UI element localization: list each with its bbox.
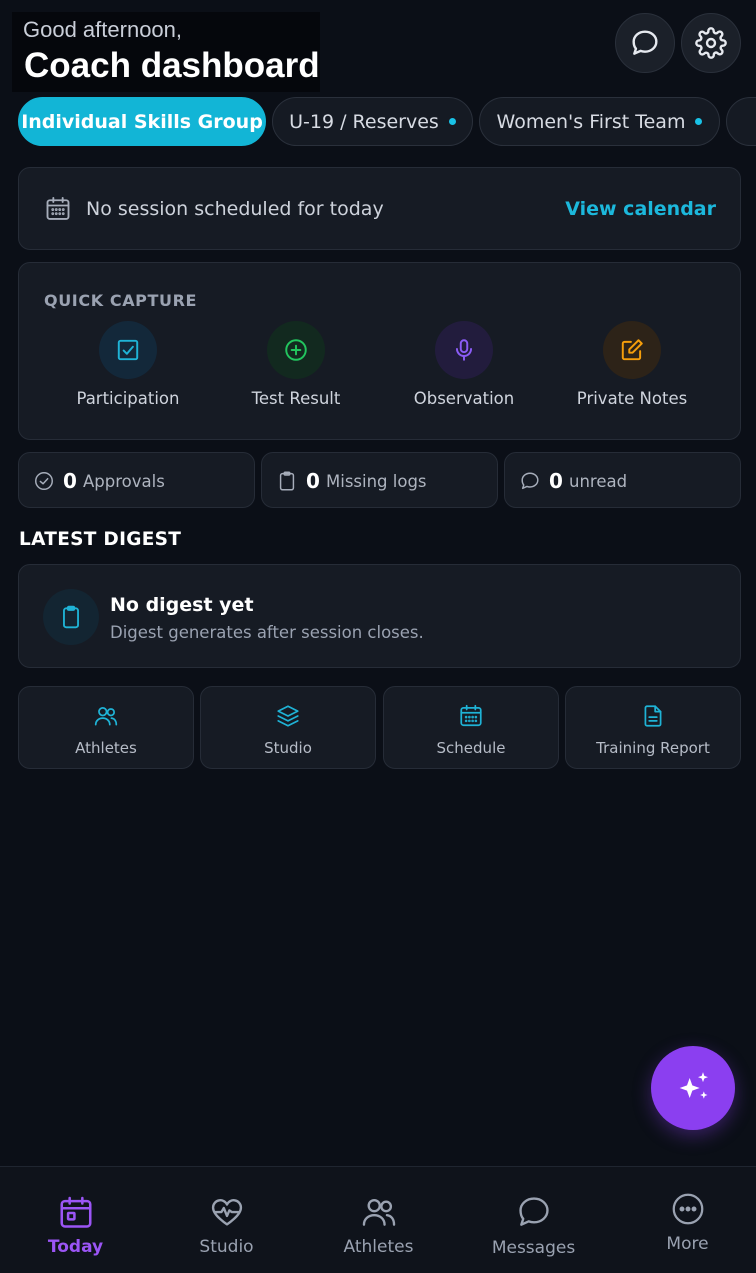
quick-capture-label: Private Notes <box>576 389 688 408</box>
latest-digest-heading: LATEST DIGEST <box>19 529 182 550</box>
stat-label: Approvals <box>83 472 165 491</box>
bottom-navigation: Today Studio Athletes Messages More <box>0 1166 756 1273</box>
quick-capture-observation[interactable]: Observation <box>380 321 548 421</box>
stat-label: Missing logs <box>326 472 427 491</box>
tab-label: Individual Skills Group <box>21 110 263 133</box>
clipboard-icon <box>276 470 298 492</box>
session-card: No session scheduled for today View cale… <box>18 167 741 250</box>
shortcut-athletes[interactable]: Athletes <box>18 686 194 769</box>
check-circle-icon <box>33 470 55 492</box>
shortcut-schedule[interactable]: Schedule <box>383 686 559 769</box>
digest-card: No digest yet Digest generates after ses… <box>18 564 741 668</box>
group-tabs: Individual Skills Group U-19 / Reserves … <box>18 97 756 147</box>
sparkles-icon <box>673 1068 713 1108</box>
quick-capture-card: QUICK CAPTURE Participation Test Result <box>18 262 741 440</box>
calendar-icon <box>44 195 72 223</box>
session-status-text: No session scheduled for today <box>86 198 384 220</box>
page-title: Coach dashboard <box>24 46 320 85</box>
shortcut-training-report[interactable]: Training Report <box>565 686 741 769</box>
nav-messages[interactable]: Messages <box>458 1167 609 1273</box>
stat-count: 0 <box>306 469 320 493</box>
chat-bubble-icon <box>629 27 661 59</box>
chat-bubble-icon <box>519 470 541 492</box>
stat-count: 0 <box>63 469 77 493</box>
nav-label: More <box>666 1234 709 1254</box>
heart-pulse-icon <box>151 1193 302 1231</box>
quick-capture-label: Observation <box>413 389 515 408</box>
layers-icon <box>201 703 375 729</box>
document-icon <box>566 703 740 729</box>
unread-stat[interactable]: 0 unread <box>504 452 741 508</box>
stat-count: 0 <box>549 469 563 493</box>
tab-label: Women's First Team <box>496 110 686 133</box>
nav-athletes[interactable]: Athletes <box>303 1167 454 1273</box>
quick-capture-label: Test Result <box>251 389 341 408</box>
quick-capture-title: QUICK CAPTURE <box>44 291 198 310</box>
calendar-icon <box>0 1194 151 1232</box>
nav-label: Messages <box>491 1238 576 1258</box>
nav-label: Today <box>47 1237 104 1257</box>
settings-button[interactable] <box>681 13 741 73</box>
messages-button[interactable] <box>615 13 675 73</box>
ai-assistant-button[interactable] <box>651 1046 735 1130</box>
stat-label: unread <box>569 472 628 491</box>
nav-more[interactable]: More <box>612 1167 756 1273</box>
users-icon <box>303 1193 454 1231</box>
digest-title: No digest yet <box>110 594 254 616</box>
unread-dot <box>448 118 456 125</box>
quick-capture-test-result[interactable]: Test Result <box>212 321 380 421</box>
quick-capture-participation[interactable]: Participation <box>44 321 212 421</box>
nav-today[interactable]: Today <box>0 1167 151 1273</box>
nav-studio[interactable]: Studio <box>151 1167 302 1273</box>
digest-subtitle: Digest generates after session closes. <box>110 623 424 642</box>
microphone-icon <box>435 321 493 379</box>
tab-u19-reserves[interactable]: U-19 / Reserves <box>272 97 473 146</box>
shortcut-label: Schedule <box>436 739 506 757</box>
plus-circle-icon <box>267 321 325 379</box>
approvals-stat[interactable]: 0 Approvals <box>18 452 255 508</box>
tab-individual-skills-group[interactable]: Individual Skills Group <box>18 97 266 146</box>
shortcut-label: Studio <box>264 739 312 757</box>
tab-womens-first-team[interactable]: Women's First Team <box>479 97 720 146</box>
missing-logs-stat[interactable]: 0 Missing logs <box>261 452 498 508</box>
quick-capture-private-notes[interactable]: Private Notes <box>548 321 716 421</box>
nav-label: Athletes <box>343 1237 414 1257</box>
edit-icon <box>603 321 661 379</box>
shortcut-label: Training Report <box>596 739 710 757</box>
nav-label: Studio <box>199 1237 254 1257</box>
shortcut-label: Athletes <box>75 739 137 757</box>
quick-capture-label: Participation <box>76 389 180 408</box>
greeting-text: Good afternoon, <box>23 17 183 42</box>
unread-dot <box>695 118 703 125</box>
shortcut-studio[interactable]: Studio <box>200 686 376 769</box>
users-icon <box>19 703 193 729</box>
more-icon <box>612 1191 756 1227</box>
gear-icon <box>695 27 727 59</box>
checkbox-icon <box>99 321 157 379</box>
header: Good afternoon, Coach dashboard <box>0 0 756 96</box>
calendar-icon <box>384 703 558 729</box>
view-calendar-link[interactable]: View calendar <box>565 198 716 220</box>
tab-label: U-19 / Reserves <box>289 110 439 133</box>
clipboard-icon <box>43 589 99 645</box>
chat-bubble-icon <box>458 1193 609 1231</box>
tab-more-partial[interactable] <box>726 97 756 146</box>
